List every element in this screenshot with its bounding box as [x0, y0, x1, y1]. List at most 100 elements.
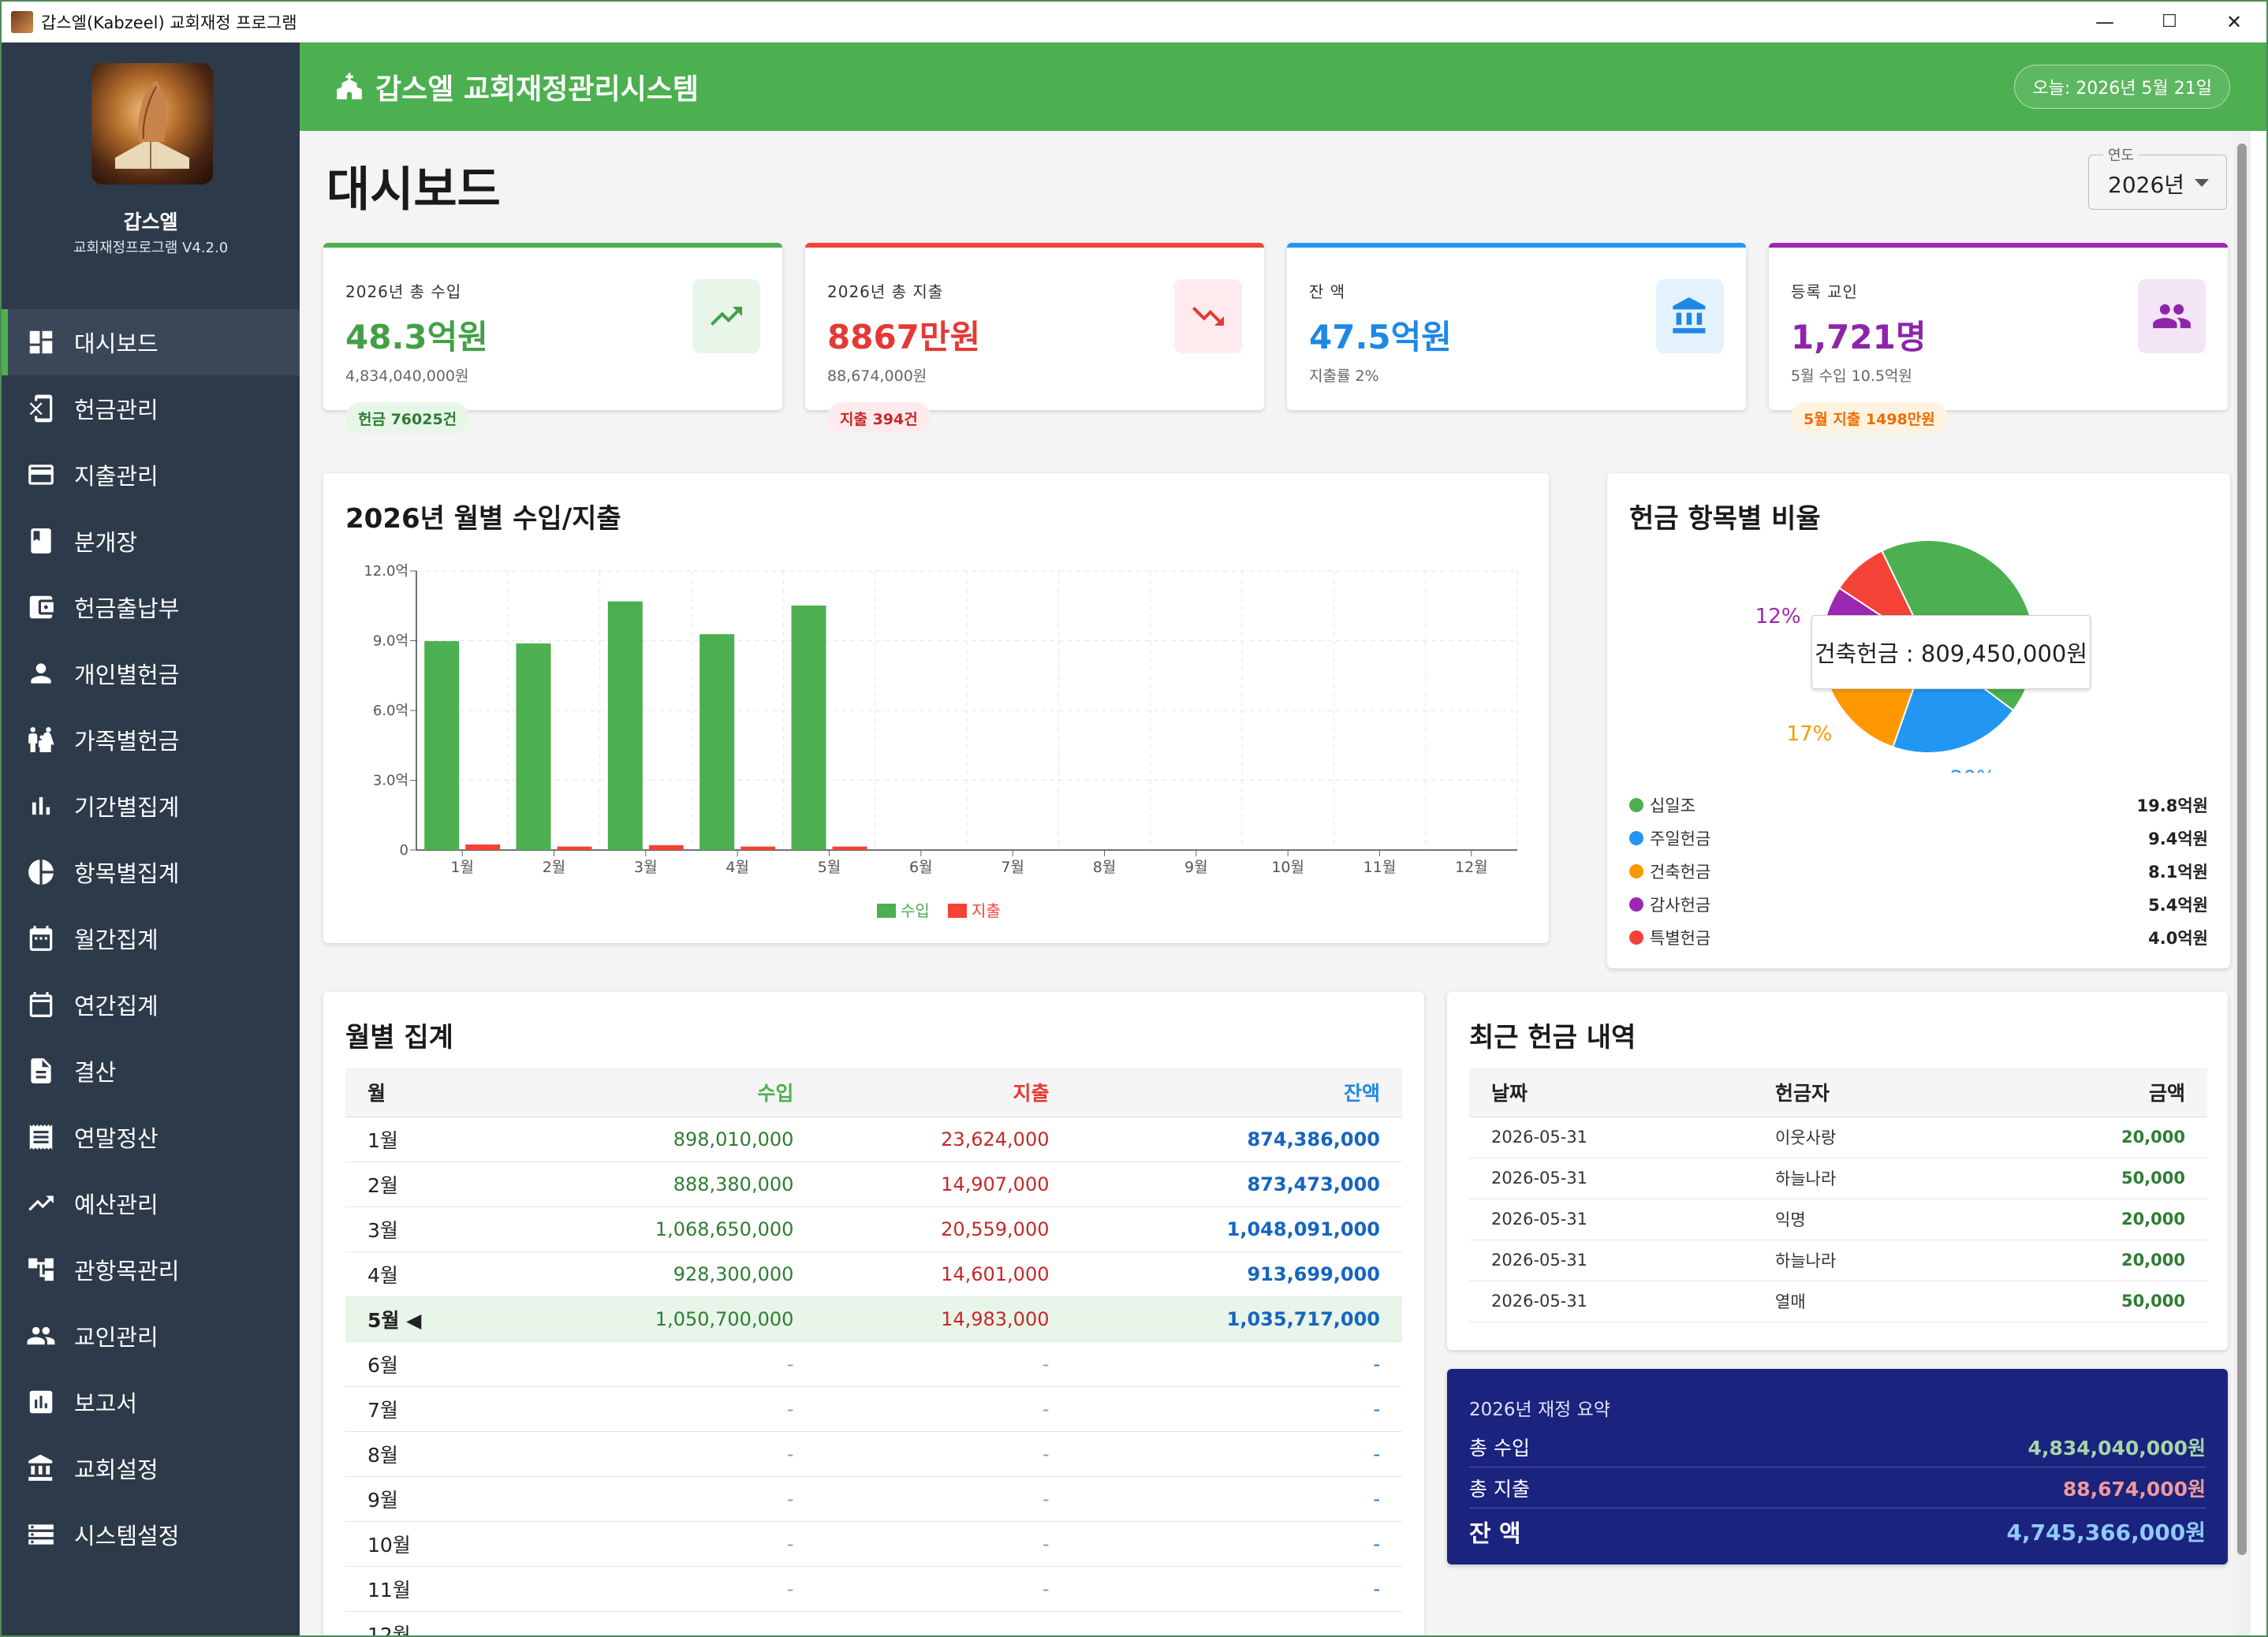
expense-bar[interactable] — [832, 846, 867, 850]
year-select[interactable]: 연도 2026년 — [2088, 144, 2227, 210]
sidebar-item-19[interactable]: 시스템설정 — [2, 1501, 300, 1568]
cell-month: 5월 ◀ — [345, 1296, 510, 1342]
x-tick-label: 3월 — [634, 859, 658, 876]
summary-income-label: 총 수입 — [1469, 1437, 1530, 1460]
cell-income — [509, 1611, 816, 1635]
cell-balance: 874,386,000 — [1071, 1117, 1402, 1162]
hierarchy-icon — [25, 1254, 57, 1285]
cell-donor: 이웃사랑 — [1753, 1117, 1977, 1158]
scrollbar-thumb[interactable] — [2237, 144, 2247, 1555]
calendar-year-icon — [25, 989, 57, 1020]
app-header-title: 갑스엘 교회재정관리시스템 — [375, 73, 699, 106]
cell-balance: - — [1071, 1521, 1402, 1567]
sidebar-item-17[interactable]: 보고서 — [2, 1369, 300, 1435]
family-icon — [25, 724, 57, 755]
window-title: 갑스엘(Kabzeel) 교회재정 프로그램 — [41, 13, 297, 32]
pie-percent-label: 20% — [1950, 766, 1996, 773]
sidebar-item-18[interactable]: 교회설정 — [2, 1435, 300, 1501]
y-tick-label: 3.0억 — [373, 773, 408, 789]
sidebar-item-15[interactable]: 관항목관리 — [2, 1236, 300, 1303]
minimize-button[interactable]: — — [2072, 2, 2137, 42]
sidebar-item-10[interactable]: 월간집계 — [2, 905, 300, 971]
legend-item[interactable]: 건축헌금 8.1억원 — [1629, 855, 2208, 888]
sidebar-item-9[interactable]: 항목별집계 — [2, 839, 300, 905]
sidebar-item-8[interactable]: 기간별집계 — [2, 773, 300, 839]
table-row: 12월 — [345, 1611, 1402, 1635]
cell-date: 2026-05-31 — [1469, 1199, 1753, 1240]
receipt-icon — [25, 1121, 57, 1153]
legend-label[interactable]: 지출 — [972, 901, 1001, 920]
expense-bar[interactable] — [740, 846, 776, 850]
sidebar-item-4[interactable]: 분개장 — [2, 508, 300, 574]
expense-bar[interactable] — [465, 844, 501, 850]
income-bar[interactable] — [607, 601, 643, 850]
income-bar[interactable] — [424, 641, 460, 850]
cell-expense: 14,983,000 — [815, 1296, 1072, 1342]
legend-item[interactable]: 주일헌금 9.4억원 — [1629, 822, 2208, 855]
table-row: 2026-05-31 하늘나라 50,000 — [1469, 1158, 2207, 1199]
legend-item[interactable]: 특별헌금 4.0억원 — [1629, 921, 2208, 954]
expense-bar[interactable] — [648, 845, 684, 850]
trending-down-icon — [1174, 279, 1242, 353]
income-bar[interactable] — [791, 605, 826, 850]
sidebar-item-16[interactable]: 교인관리 — [2, 1303, 300, 1369]
cell-income: - — [509, 1476, 816, 1522]
table-row: 11월 - - - — [345, 1566, 1402, 1612]
sidebar-item-2[interactable]: 헌금관리 — [2, 375, 300, 442]
vertical-scrollbar[interactable] — [2233, 131, 2251, 1635]
cell-date: 2026-05-31 — [1469, 1117, 1753, 1158]
sidebar-item-label: 보고서 — [74, 1390, 138, 1417]
cell-expense: 14,601,000 — [815, 1251, 1072, 1297]
sidebar-item-label: 항목별집계 — [74, 860, 180, 887]
sidebar-item-11[interactable]: 연간집계 — [2, 971, 300, 1038]
sidebar-item-label: 헌금관리 — [74, 397, 159, 423]
sidebar-item-1[interactable]: 대시보드 — [2, 309, 300, 375]
sidebar-item-14[interactable]: 예산관리 — [2, 1170, 300, 1236]
sidebar-item-7[interactable]: 가족별헌금 — [2, 707, 300, 773]
stat-value: 48.3억원 — [345, 318, 488, 356]
sidebar-item-6[interactable]: 개인별헌금 — [2, 640, 300, 707]
cell-amount: 20,000 — [1976, 1117, 2207, 1158]
table-row: 7월 - - - — [345, 1386, 1402, 1432]
table-row: 2월 888,380,000 14,907,000 873,473,000 — [345, 1162, 1402, 1207]
maximize-button[interactable]: ☐ — [2137, 2, 2202, 42]
summary-balance-value: 4,745,366,000원 — [2006, 1520, 2206, 1546]
close-button[interactable]: ✕ — [2202, 2, 2266, 42]
y-tick-label: 12.0억 — [364, 563, 408, 580]
expense-bar[interactable] — [557, 846, 592, 850]
x-tick-label: 2월 — [543, 859, 566, 876]
cell-income: - — [509, 1431, 816, 1477]
cell-amount: 50,000 — [1976, 1281, 2207, 1322]
income-bar[interactable] — [516, 643, 551, 850]
main-content: 대시보드 연도 2026년 2026년 총 수입 48.3억원 4,834,04… — [300, 131, 2251, 1635]
cell-balance: - — [1071, 1341, 1402, 1387]
members-icon — [2138, 279, 2206, 353]
sidebar-item-5[interactable]: 헌금출납부 — [2, 574, 300, 640]
y-tick-label: 6.0억 — [373, 703, 408, 719]
chevron-down-icon — [2195, 179, 2209, 187]
sidebar-item-13[interactable]: 연말정산 — [2, 1104, 300, 1170]
income-bar[interactable] — [699, 634, 735, 850]
cell-expense: - — [815, 1566, 1072, 1612]
year-select-value: 2026년 — [2108, 172, 2185, 198]
sidebar-item-12[interactable]: 결산 — [2, 1038, 300, 1104]
legend-item[interactable]: 십일조 19.8억원 — [1629, 789, 2208, 822]
table-row: 3월 1,068,650,000 20,559,000 1,048,091,000 — [345, 1206, 1402, 1252]
legend-item[interactable]: 감사헌금 5.4억원 — [1629, 888, 2208, 921]
table-row: 2026-05-31 하늘나라 20,000 — [1469, 1240, 2207, 1281]
sidebar-item-3[interactable]: 지출관리 — [2, 442, 300, 508]
sidebar: 갑스엘 교회재정프로그램 V4.2.0 대시보드 헌금관리 지출관리 분개장 헌금출납부… — [2, 43, 300, 1635]
sidebar-item-label: 교회설정 — [74, 1456, 159, 1483]
cell-income: - — [509, 1566, 816, 1612]
cell-month: 4월 — [345, 1251, 510, 1297]
legend-label: 주일헌금 — [1650, 830, 1711, 848]
year-select-label: 연도 — [2103, 144, 2139, 165]
members-icon — [25, 1320, 57, 1352]
legend-swatch — [1629, 864, 1643, 878]
calendar-month-icon — [25, 923, 57, 954]
legend-label[interactable]: 수입 — [901, 901, 930, 920]
stat-value: 47.5억원 — [1309, 318, 1452, 356]
bar-chart-icon — [25, 790, 57, 822]
legend-label: 특별헌금 — [1650, 929, 1711, 948]
table-row: 1월 898,010,000 23,624,000 874,386,000 — [345, 1117, 1402, 1162]
